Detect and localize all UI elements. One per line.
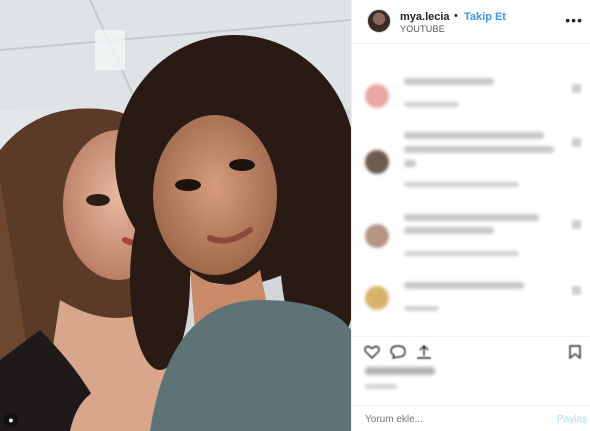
post-sidebar: mya.lecia • Takip Et YOUTUBE ••• Yorum e… — [351, 0, 590, 431]
location-label[interactable]: YOUTUBE — [400, 24, 445, 34]
comment-meta — [404, 182, 519, 187]
heart-icon[interactable] — [572, 84, 581, 93]
post-comment-button[interactable]: Paylaş — [557, 414, 587, 425]
post-header: mya.lecia • Takip Et YOUTUBE ••• — [352, 0, 590, 44]
post-photo[interactable]: ● — [0, 0, 351, 431]
heart-icon[interactable] — [364, 345, 380, 359]
comment-composer: Paylaş — [352, 405, 590, 431]
heart-icon[interactable] — [572, 138, 581, 147]
comment-text — [404, 78, 494, 85]
comment-meta — [404, 102, 459, 107]
comment-text — [404, 160, 416, 167]
comment-avatar[interactable] — [365, 84, 389, 108]
more-horizontal-icon[interactable]: ••• — [565, 12, 583, 28]
likes-count[interactable] — [365, 367, 435, 375]
separator-dot: • — [454, 10, 458, 22]
comment-text — [404, 214, 539, 221]
comment-text — [404, 146, 554, 153]
selfie-image — [0, 0, 351, 431]
follow-button[interactable]: Takip Et — [464, 11, 506, 23]
comment-avatar[interactable] — [365, 150, 389, 174]
comment-input[interactable] — [365, 414, 535, 425]
comment-text — [404, 227, 494, 234]
heart-icon[interactable] — [572, 220, 581, 229]
post-date — [365, 384, 397, 389]
comment-avatar[interactable] — [365, 224, 389, 248]
comment-avatar[interactable] — [365, 286, 389, 310]
comment-meta — [404, 306, 439, 311]
user-tag-icon[interactable]: ● — [4, 413, 18, 427]
action-bar — [352, 336, 590, 366]
username-link[interactable]: mya.lecia — [400, 11, 450, 23]
comment-text — [404, 282, 524, 289]
comment-icon[interactable] — [390, 345, 406, 359]
avatar[interactable] — [367, 9, 391, 33]
share-icon[interactable] — [416, 345, 432, 359]
instagram-post: ● mya.lecia • Takip Et YOUTUBE ••• Yorum… — [0, 0, 590, 431]
comment-text — [404, 132, 544, 139]
bookmark-icon[interactable] — [567, 345, 583, 359]
comment-meta — [404, 251, 519, 256]
heart-icon[interactable] — [572, 286, 581, 295]
